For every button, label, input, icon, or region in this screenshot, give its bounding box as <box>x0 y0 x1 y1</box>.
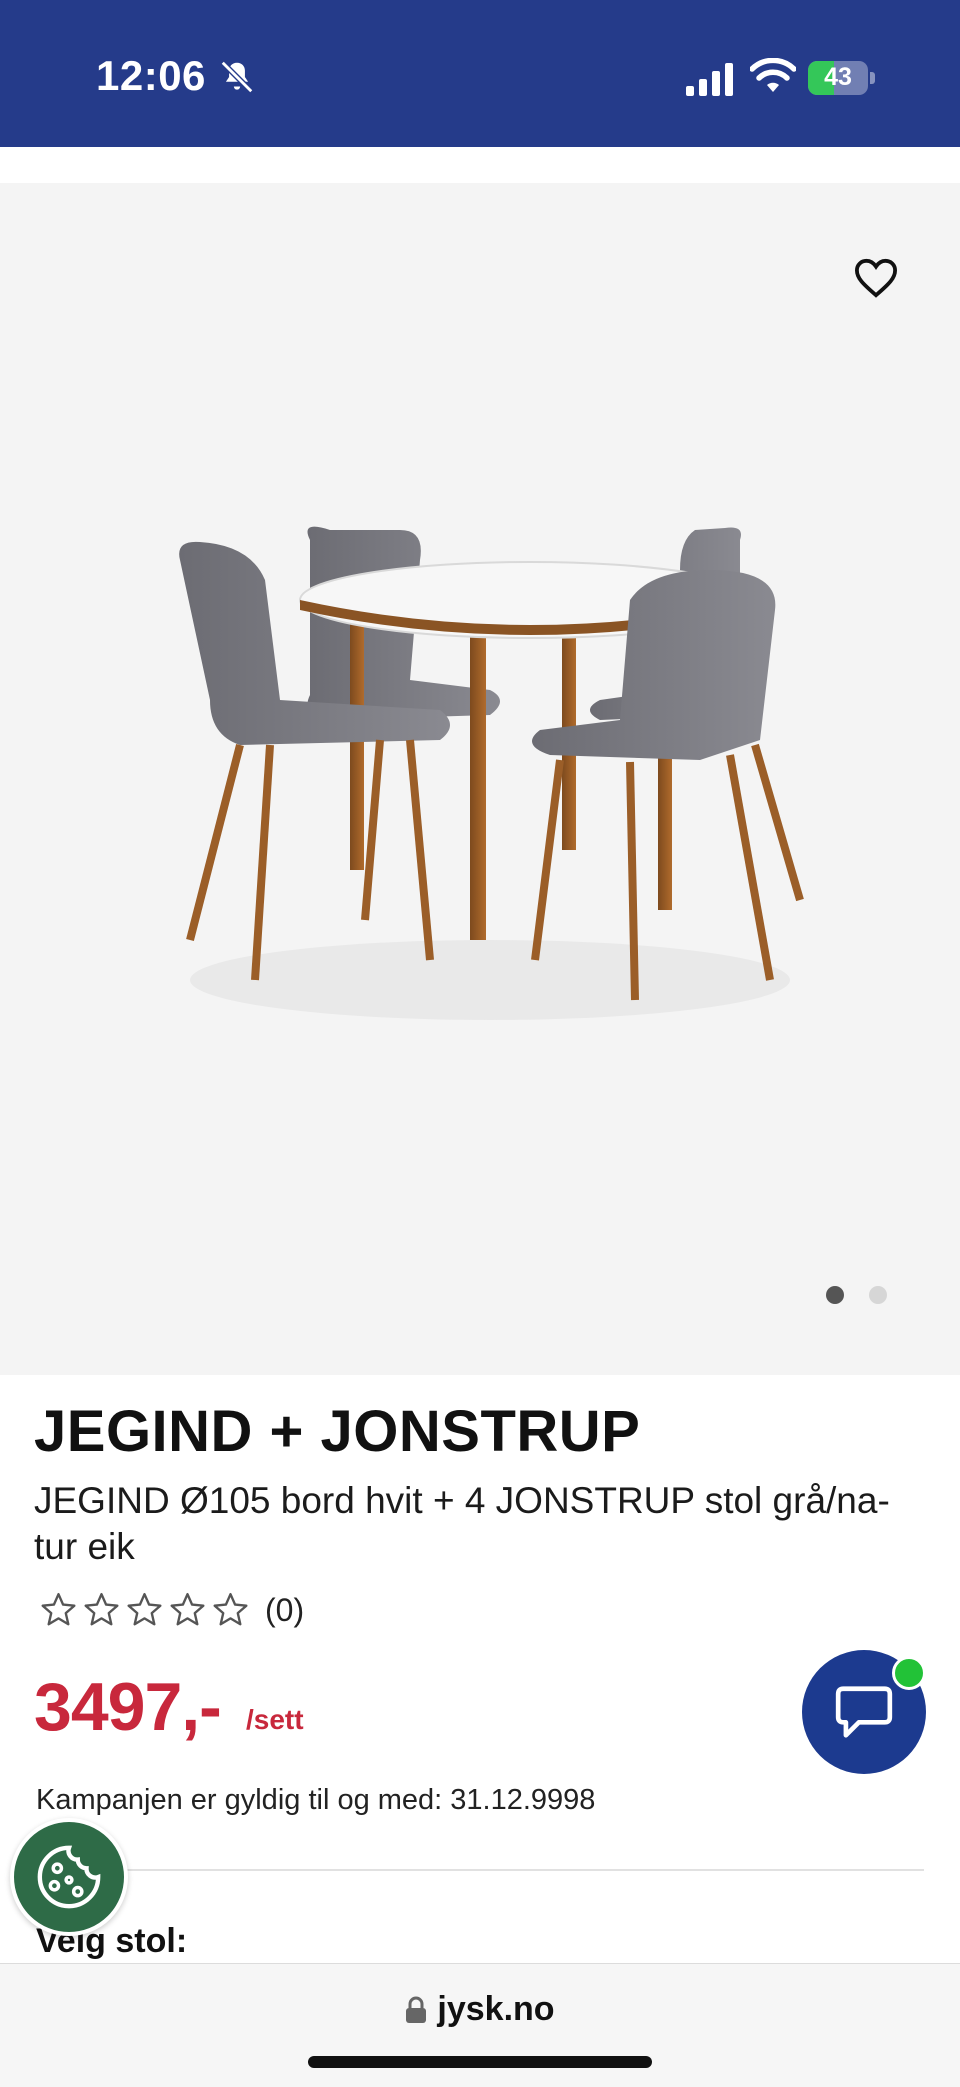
bell-slash-icon <box>220 60 254 94</box>
battery-percent: 43 <box>824 63 852 91</box>
cookie-settings-button[interactable] <box>10 1818 128 1936</box>
price-unit: /sett <box>246 1704 304 1735</box>
status-bar: 12:06 43 <box>0 0 960 147</box>
chat-bubble-icon <box>835 1686 893 1738</box>
price: 3497,- <box>34 1669 222 1745</box>
gallery-dot-1[interactable] <box>826 1286 844 1304</box>
star-outline-icon <box>84 1592 119 1626</box>
rating[interactable]: (0) <box>38 1590 304 1630</box>
lock-icon <box>406 1996 427 2023</box>
favorite-button[interactable] <box>848 252 904 304</box>
star-outline-icon <box>41 1592 76 1626</box>
cookie-icon <box>37 1845 101 1909</box>
divider <box>36 1869 924 1871</box>
star-outline-icon <box>213 1592 248 1626</box>
rating-count: (0) <box>265 1591 305 1628</box>
home-indicator[interactable] <box>308 2056 652 2068</box>
status-time: 12:06 <box>96 52 206 99</box>
star-outline-icon <box>127 1592 162 1626</box>
signal-icon <box>686 63 733 96</box>
product-description: JEGIND Ø105 bord hvit + 4 JONSTRUP stol … <box>34 1480 890 1567</box>
online-status-dot <box>892 1656 926 1690</box>
wifi-icon <box>750 58 796 92</box>
product-image <box>179 526 804 1020</box>
heart-outline-icon <box>854 258 898 298</box>
star-outline-icon <box>170 1592 205 1626</box>
gallery-dot-2[interactable] <box>869 1286 887 1304</box>
url-text: jysk.no <box>437 1990 555 2028</box>
product-title: JEGIND + JONSTRUP <box>34 1399 641 1464</box>
battery-indicator: 43 <box>808 61 876 95</box>
browser-url-bar[interactable]: jysk.no <box>0 1963 960 2087</box>
campaign-validity: Kampanjen er gyldig til og med: 31.12.99… <box>36 1784 596 1816</box>
